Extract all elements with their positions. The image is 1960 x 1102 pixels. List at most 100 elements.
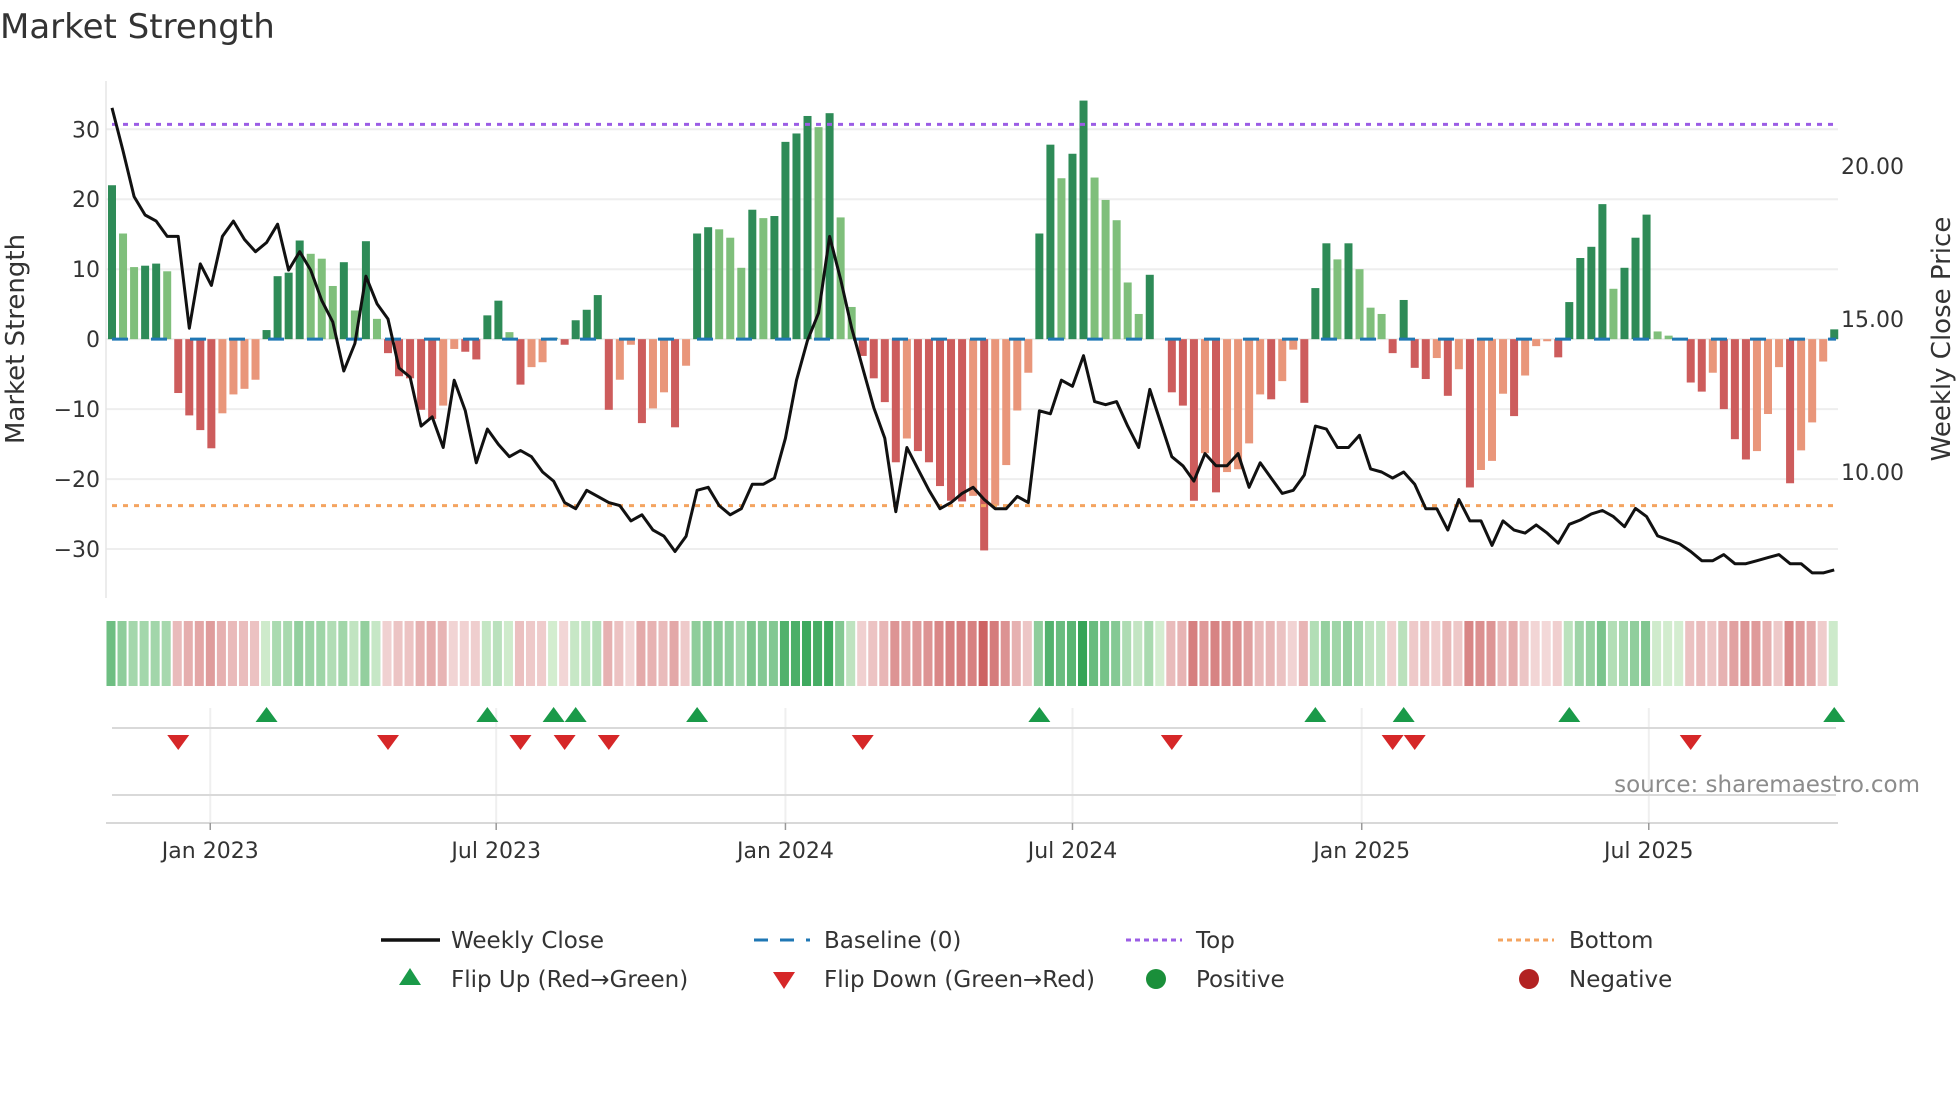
strength-bar — [869, 339, 878, 379]
heat-cell — [912, 621, 922, 686]
strength-bar — [1797, 339, 1806, 451]
heat-cell — [802, 621, 812, 686]
strength-bar — [1631, 237, 1640, 340]
heat-cell — [1265, 621, 1275, 686]
heat-cell — [1762, 621, 1772, 686]
heat-cell — [1155, 621, 1165, 686]
strength-bar — [472, 339, 481, 360]
strength-bar — [1510, 339, 1519, 417]
triangle-down-icon — [773, 972, 795, 989]
strength-bar — [1300, 339, 1309, 403]
heat-cell — [1044, 621, 1054, 686]
heat-cell — [1210, 621, 1220, 686]
flip-up-marker — [542, 707, 565, 722]
y-axis-label: Market Strength — [1, 234, 31, 444]
heat-cell — [1674, 621, 1684, 686]
heat-cell — [360, 621, 370, 686]
strength-bar — [1167, 339, 1176, 393]
strength-bar — [1554, 339, 1563, 358]
strength-bar — [1134, 313, 1143, 340]
strength-bar — [682, 339, 691, 366]
strength-bar — [936, 339, 944, 487]
flip-down-marker — [1160, 735, 1183, 750]
heat-cell — [1342, 621, 1352, 686]
flip-up-marker — [1392, 707, 1415, 722]
flip-up-marker — [1028, 707, 1051, 722]
strength-bar — [1013, 339, 1022, 411]
strength-bar — [604, 339, 613, 410]
y-tick-label: −20 — [54, 468, 100, 493]
strength-bar — [1609, 288, 1618, 340]
green-circle-icon — [1146, 969, 1166, 989]
strength-bar — [1322, 243, 1331, 340]
heat-cell — [481, 621, 491, 686]
legend-weekly-close: Weekly Close — [381, 928, 604, 954]
heat-cell — [1607, 621, 1617, 686]
heat-cell — [283, 621, 293, 686]
strength-bar — [1145, 274, 1154, 340]
heat-cell — [294, 621, 304, 686]
strength-bar — [1200, 339, 1209, 454]
strength-bar — [240, 339, 249, 389]
strength-bar — [1256, 339, 1265, 395]
heat-cell — [1033, 621, 1043, 686]
heat-cell — [227, 621, 237, 686]
heat-cell — [945, 621, 955, 686]
strength-bar — [726, 237, 735, 340]
flip-down-marker — [597, 735, 620, 750]
right-y-ticks: 10.00 15.00 20.00 — [1841, 155, 1904, 486]
strength-bar — [582, 309, 591, 340]
heat-cell — [161, 621, 171, 686]
strength-bar — [1476, 339, 1485, 470]
heat-cell — [835, 621, 845, 686]
heat-cell — [1530, 621, 1540, 686]
heat-cell — [1122, 621, 1132, 686]
heat-cell — [1817, 621, 1827, 686]
heat-cell — [1011, 621, 1021, 686]
strength-bar — [1620, 267, 1629, 340]
red-circle-icon — [1519, 969, 1539, 989]
strength-bar — [450, 339, 459, 349]
heat-cell — [846, 621, 856, 686]
legend-label: Baseline (0) — [824, 928, 961, 954]
strength-bar — [1576, 257, 1585, 340]
flip-up-marker — [476, 707, 499, 722]
strength-bar — [571, 320, 580, 340]
heat-cell — [1144, 621, 1154, 686]
strength-bar — [273, 276, 282, 340]
legend-label: Flip Down (Green→Red) — [824, 967, 1095, 993]
strength-bar — [439, 339, 448, 406]
heat-cell — [1773, 621, 1783, 686]
strength-bar — [1267, 339, 1276, 400]
flip-down-marker — [1403, 735, 1426, 750]
flip-up-marker — [686, 707, 709, 722]
heat-cell — [1066, 621, 1076, 686]
strength-bar — [902, 339, 911, 439]
strength-bar — [748, 209, 757, 340]
heat-cell — [824, 621, 834, 686]
strength-bar — [913, 339, 922, 452]
strength-bar — [516, 339, 525, 385]
heat-cell — [1806, 621, 1816, 686]
heat-cell — [1585, 621, 1595, 686]
heat-cell — [426, 621, 436, 686]
legend-label: Flip Up (Red→Green) — [451, 967, 688, 993]
heat-cell — [503, 621, 513, 686]
strength-bar — [406, 339, 415, 379]
flip-up-marker — [1558, 707, 1581, 722]
heat-cell — [1398, 621, 1408, 686]
legend-label: Bottom — [1569, 928, 1653, 954]
heat-cell — [757, 621, 767, 686]
heat-cell — [117, 621, 127, 686]
heat-cell — [1740, 621, 1750, 686]
heat-cell — [470, 621, 480, 686]
heat-cell — [415, 621, 425, 686]
heat-cell — [956, 621, 966, 686]
heat-cell — [1475, 621, 1485, 686]
legend-label: Top — [1195, 928, 1235, 954]
heat-cell — [1420, 621, 1430, 686]
triangle-up-icon — [399, 968, 421, 985]
strength-bar — [1587, 246, 1596, 340]
heat-cell — [1784, 621, 1794, 686]
strength-bar — [637, 339, 646, 424]
